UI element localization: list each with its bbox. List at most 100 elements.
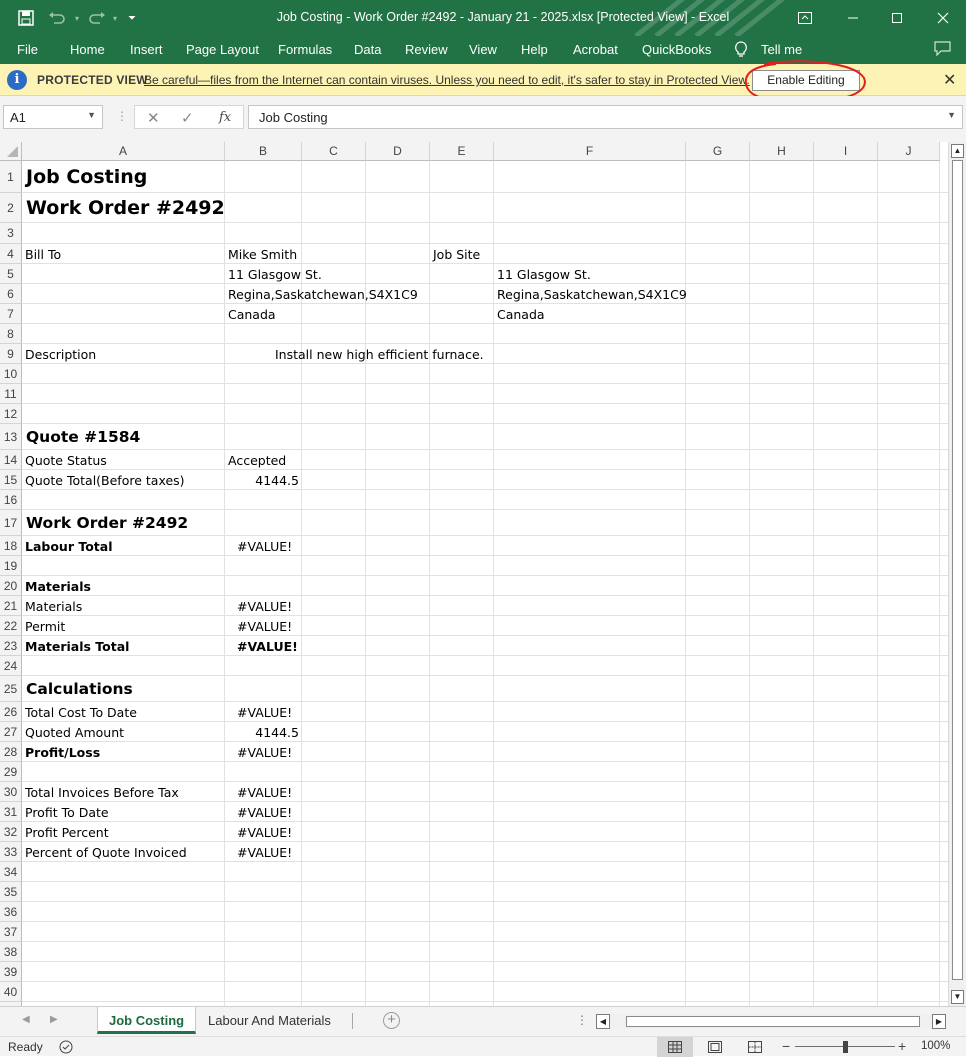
horizontal-scroll-track[interactable] [610, 1014, 932, 1029]
insert-function-icon[interactable]: fx [219, 110, 231, 125]
row-header-10[interactable]: 10 [0, 364, 22, 384]
cell-b33[interactable]: #VALUE! [237, 842, 308, 862]
scroll-up-icon[interactable]: ▲ [951, 144, 964, 158]
cell-a30[interactable]: Total Invoices Before Tax [25, 782, 425, 802]
formula-input[interactable]: Job Costing ▼ [248, 105, 963, 129]
cell-a26[interactable]: Total Cost To Date [25, 702, 425, 722]
cell-a27[interactable]: Quoted Amount [25, 722, 425, 742]
cell-b27[interactable]: 4144.5 [228, 722, 299, 742]
cell-a23[interactable]: Materials Total [25, 636, 425, 656]
row-header-36[interactable]: 36 [0, 902, 22, 922]
row-header-17[interactable]: 17 [0, 510, 22, 536]
row-header-19[interactable]: 19 [0, 556, 22, 576]
cell-b31[interactable]: #VALUE! [237, 802, 308, 822]
cell-b18[interactable]: #VALUE! [237, 536, 308, 556]
comments-icon[interactable] [934, 41, 951, 59]
row-header-34[interactable]: 34 [0, 862, 22, 882]
tab-data[interactable]: Data [354, 42, 381, 57]
name-box[interactable]: A1 ▼ [3, 105, 103, 129]
cell-f5[interactable]: 11 Glasgow St. [497, 264, 897, 284]
enter-check-icon[interactable]: ✓ [181, 109, 194, 127]
row-header-31[interactable]: 31 [0, 802, 22, 822]
cell-a22[interactable]: Permit [25, 616, 425, 636]
cancel-icon[interactable]: ✕ [147, 109, 160, 127]
cell-a25[interactable]: Calculations [26, 676, 426, 702]
cell-b32[interactable]: #VALUE! [237, 822, 308, 842]
cell-f7[interactable]: Canada [497, 304, 897, 324]
tell-me-search[interactable]: Tell me [761, 42, 802, 57]
row-header-28[interactable]: 28 [0, 742, 22, 762]
tab-insert[interactable]: Insert [130, 42, 163, 57]
row-header-8[interactable]: 8 [0, 324, 22, 344]
tab-help[interactable]: Help [521, 42, 548, 57]
cell-b14[interactable]: Accepted [228, 450, 628, 470]
scroll-left-icon[interactable]: ◀ [596, 1014, 610, 1029]
column-header-j[interactable]: J [878, 142, 940, 161]
row-header-7[interactable]: 7 [0, 304, 22, 324]
expand-formula-bar-icon[interactable]: ▼ [947, 110, 956, 120]
row-header-1[interactable]: 1 [0, 161, 22, 193]
tab-quickbooks[interactable]: QuickBooks [642, 42, 711, 57]
page-layout-view-icon[interactable] [697, 1037, 733, 1057]
close-window-icon[interactable] [928, 6, 958, 30]
spreadsheet-grid[interactable]: ABCDEFGHIJ 1 2 3 4 5 6 7 8 9 10 11 12 13 14 15 16 17 18 19… [0, 142, 948, 1006]
row-header-13[interactable]: 13 [0, 424, 22, 450]
row-header-29[interactable]: 29 [0, 762, 22, 782]
row-header-4[interactable]: 4 [0, 244, 22, 264]
cell-b30[interactable]: #VALUE! [237, 782, 308, 802]
tab-file[interactable]: File [17, 42, 38, 57]
row-header-35[interactable]: 35 [0, 882, 22, 902]
cell-b28[interactable]: #VALUE! [237, 742, 308, 762]
vertical-scrollbar[interactable]: ▲ ▼ [948, 142, 966, 1006]
row-header-37[interactable]: 37 [0, 922, 22, 942]
cell-a17[interactable]: Work Order #2492 [26, 510, 426, 536]
cell-a2[interactable]: Work Order #2492 [26, 193, 426, 223]
column-header-b[interactable]: B [225, 142, 302, 161]
column-header-a[interactable]: A [22, 142, 225, 161]
row-header-40[interactable]: 40 [0, 982, 22, 1002]
row-header-21[interactable]: 21 [0, 596, 22, 616]
accessibility-icon[interactable] [58, 1039, 74, 1058]
cell-a31[interactable]: Profit To Date [25, 802, 425, 822]
column-header-i[interactable]: I [814, 142, 878, 161]
select-all-corner[interactable] [0, 142, 22, 161]
horizontal-scroll-thumb[interactable] [626, 1016, 920, 1027]
cell-b21[interactable]: #VALUE! [237, 596, 308, 616]
row-header-15[interactable]: 15 [0, 470, 22, 490]
cell-b9[interactable]: Install new high efficient furnace. [275, 344, 575, 364]
row-header-23[interactable]: 23 [0, 636, 22, 656]
row-header-3[interactable]: 3 [0, 223, 22, 244]
row-header-11[interactable]: 11 [0, 384, 22, 404]
row-header-39[interactable]: 39 [0, 962, 22, 982]
vertical-scroll-thumb[interactable] [952, 160, 963, 980]
column-header-c[interactable]: C [302, 142, 366, 161]
zoom-level[interactable]: 100% [921, 1040, 950, 1052]
row-header-18[interactable]: 18 [0, 536, 22, 556]
tab-split-handle-icon[interactable]: ⋮ [576, 1013, 588, 1027]
cell-b22[interactable]: #VALUE! [237, 616, 308, 636]
column-header-f[interactable]: F [494, 142, 686, 161]
cell-a32[interactable]: Profit Percent [25, 822, 425, 842]
row-header-22[interactable]: 22 [0, 616, 22, 636]
row-header-30[interactable]: 30 [0, 782, 22, 802]
column-header-d[interactable]: D [366, 142, 430, 161]
row-header-27[interactable]: 27 [0, 722, 22, 742]
cell-a20[interactable]: Materials [25, 576, 425, 596]
row-header-16[interactable]: 16 [0, 490, 22, 510]
row-header-14[interactable]: 14 [0, 450, 22, 470]
scroll-right-icon[interactable]: ▶ [932, 1014, 946, 1029]
row-header-6[interactable]: 6 [0, 284, 22, 304]
cell-b23[interactable]: #VALUE! [237, 636, 308, 656]
column-header-e[interactable]: E [430, 142, 494, 161]
cell-b15[interactable]: 4144.5 [228, 470, 299, 490]
row-header-9[interactable]: 9 [0, 344, 22, 364]
cell-a28[interactable]: Profit/Loss [25, 742, 425, 762]
cell-a15[interactable]: Quote Total(Before taxes) [25, 470, 425, 490]
next-sheet-icon[interactable]: ▶ [50, 1014, 58, 1025]
scroll-down-icon[interactable]: ▼ [951, 990, 964, 1004]
sheet-tab-job-costing[interactable]: Job Costing [97, 1007, 197, 1034]
row-header-38[interactable]: 38 [0, 942, 22, 962]
tab-review[interactable]: Review [405, 42, 448, 57]
zoom-in-icon[interactable]: + [898, 1038, 906, 1054]
prev-sheet-icon[interactable]: ◀ [22, 1014, 30, 1025]
